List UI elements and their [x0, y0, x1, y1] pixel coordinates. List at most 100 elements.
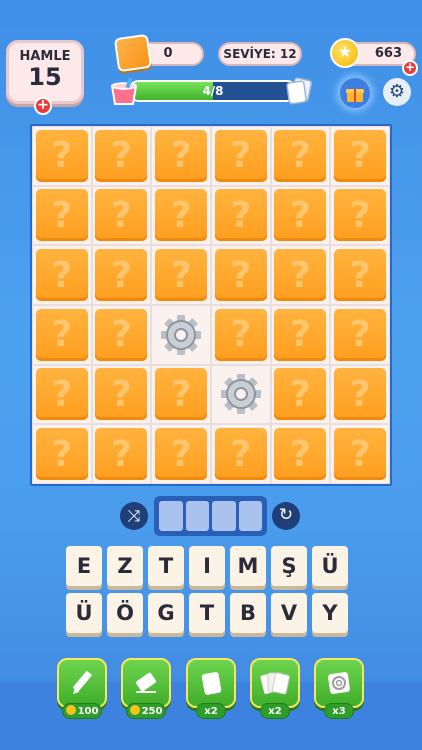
board-cell[interactable]: ?	[91, 126, 152, 186]
letter-key[interactable]: G	[148, 593, 184, 633]
board-cell[interactable]: ?	[270, 364, 331, 425]
hidden-tile[interactable]: ?	[155, 249, 208, 302]
hidden-tile[interactable]: ?	[95, 189, 148, 242]
board-cell[interactable]: ?	[91, 364, 152, 425]
board-cell[interactable]: ?	[32, 126, 92, 186]
board-cell[interactable]: ?	[91, 185, 152, 246]
board-cell[interactable]: ?	[91, 305, 152, 365]
hidden-tile[interactable]: ?	[214, 129, 267, 182]
board-cell[interactable]: ?	[32, 305, 92, 365]
letter-key[interactable]: Ö	[107, 593, 143, 633]
board-cell[interactable]: ?	[330, 305, 390, 365]
answer-slot[interactable]	[238, 501, 262, 531]
cards-stack-tool-button[interactable]	[250, 658, 300, 708]
hidden-tile[interactable]: ?	[214, 308, 267, 361]
board-cell[interactable]: ?	[211, 305, 271, 365]
hidden-tile[interactable]: ?	[214, 189, 267, 242]
hidden-tile[interactable]: ?	[334, 129, 387, 182]
hidden-tile[interactable]: ?	[274, 129, 327, 182]
letter-key[interactable]: Y	[312, 593, 348, 633]
board-cell[interactable]: ?	[211, 245, 271, 305]
eraser-tool-button[interactable]	[121, 658, 171, 708]
board-cell[interactable]: ?	[151, 126, 211, 186]
board-cell[interactable]: ?	[151, 185, 211, 246]
hidden-tile[interactable]: ?	[214, 249, 267, 302]
hidden-tile[interactable]: ?	[35, 308, 88, 361]
letter-key[interactable]: T	[189, 593, 225, 633]
board-cell[interactable]: ?	[330, 185, 390, 246]
board-cell[interactable]: ?	[91, 424, 152, 484]
letter-key[interactable]: T	[148, 546, 184, 586]
hidden-tile[interactable]: ?	[155, 129, 208, 182]
letter-key[interactable]: B	[230, 593, 266, 633]
add-coins-button[interactable]: +	[402, 60, 418, 76]
hidden-tile[interactable]: ?	[214, 428, 267, 481]
hidden-tile[interactable]: ?	[274, 189, 327, 242]
board-cell[interactable]: ?	[32, 245, 92, 305]
hidden-tile[interactable]: ?	[155, 189, 208, 242]
hidden-tile[interactable]: ?	[35, 189, 88, 242]
board-cell[interactable]: ?	[330, 126, 390, 186]
hidden-tile[interactable]: ?	[274, 308, 327, 361]
board-cell[interactable]: ?	[32, 424, 92, 484]
letter-key[interactable]: I	[189, 546, 225, 586]
refresh-button[interactable]: ↻	[272, 502, 300, 530]
hidden-tile[interactable]: ?	[35, 249, 88, 302]
shuffle-button[interactable]: ⤨	[120, 502, 148, 530]
board-cell[interactable]: ?	[330, 245, 390, 305]
hidden-tile[interactable]: ?	[274, 428, 327, 481]
board-cell[interactable]: ?	[151, 424, 211, 484]
add-moves-button[interactable]: +	[34, 97, 52, 115]
board-cell[interactable]: ?	[32, 364, 92, 425]
board-cell[interactable]: ?	[91, 245, 152, 305]
letter-key[interactable]: Ş	[271, 546, 307, 586]
letter-key[interactable]: E	[66, 546, 102, 586]
answer-slot[interactable]	[212, 501, 236, 531]
board-cell[interactable]: ?	[270, 126, 331, 186]
answer-slot[interactable]	[159, 501, 183, 531]
gift-button[interactable]	[340, 78, 370, 108]
board-cell[interactable]: ?	[211, 424, 271, 484]
hidden-tile[interactable]: ?	[334, 249, 387, 302]
board-cell[interactable]: ?	[32, 185, 92, 246]
hidden-tile[interactable]: ?	[334, 308, 387, 361]
board-cell[interactable]: ?	[270, 305, 331, 365]
hidden-tile[interactable]: ?	[155, 428, 208, 481]
hidden-tile[interactable]: ?	[274, 368, 327, 421]
hidden-tile[interactable]: ?	[334, 189, 387, 242]
board-cell[interactable]: ?	[151, 245, 211, 305]
board-cell[interactable]	[151, 305, 211, 365]
card-tool-button[interactable]	[186, 658, 236, 708]
letter-key[interactable]: Ü	[66, 593, 102, 633]
board-cell[interactable]: ?	[330, 364, 390, 425]
hidden-tile[interactable]: ?	[95, 129, 148, 182]
pencil-tool-button[interactable]	[57, 658, 107, 708]
board-cell[interactable]	[211, 364, 271, 425]
hidden-tile[interactable]: ?	[95, 308, 148, 361]
hidden-tile[interactable]: ?	[334, 428, 387, 481]
board-cell[interactable]: ?	[270, 245, 331, 305]
settings-button[interactable]: ⚙	[383, 78, 411, 106]
hidden-tile[interactable]: ?	[274, 249, 327, 302]
board-cell[interactable]: ?	[211, 185, 271, 246]
hidden-tile[interactable]: ?	[334, 368, 387, 421]
letter-key[interactable]: V	[271, 593, 307, 633]
hidden-tile[interactable]: ?	[95, 428, 148, 481]
letter-key[interactable]: M	[230, 546, 266, 586]
hidden-tile[interactable]: ?	[35, 428, 88, 481]
board-cell[interactable]: ?	[270, 185, 331, 246]
board-cell[interactable]: ?	[151, 364, 211, 425]
answer-slot[interactable]	[185, 501, 209, 531]
letter-key[interactable]: Z	[107, 546, 143, 586]
hidden-tile[interactable]: ?	[95, 249, 148, 302]
board-cell[interactable]: ?	[270, 424, 331, 484]
board-cell[interactable]: ?	[330, 424, 390, 484]
hidden-tile[interactable]: ?	[35, 368, 88, 421]
hidden-tile[interactable]: ?	[155, 368, 208, 421]
letter-key[interactable]: Ü	[312, 546, 348, 586]
hidden-tile[interactable]: ?	[95, 368, 148, 421]
target-tool-button[interactable]	[314, 658, 364, 708]
coin-icon: ★	[330, 38, 360, 68]
hidden-tile[interactable]: ?	[35, 129, 88, 182]
board-cell[interactable]: ?	[211, 126, 271, 186]
